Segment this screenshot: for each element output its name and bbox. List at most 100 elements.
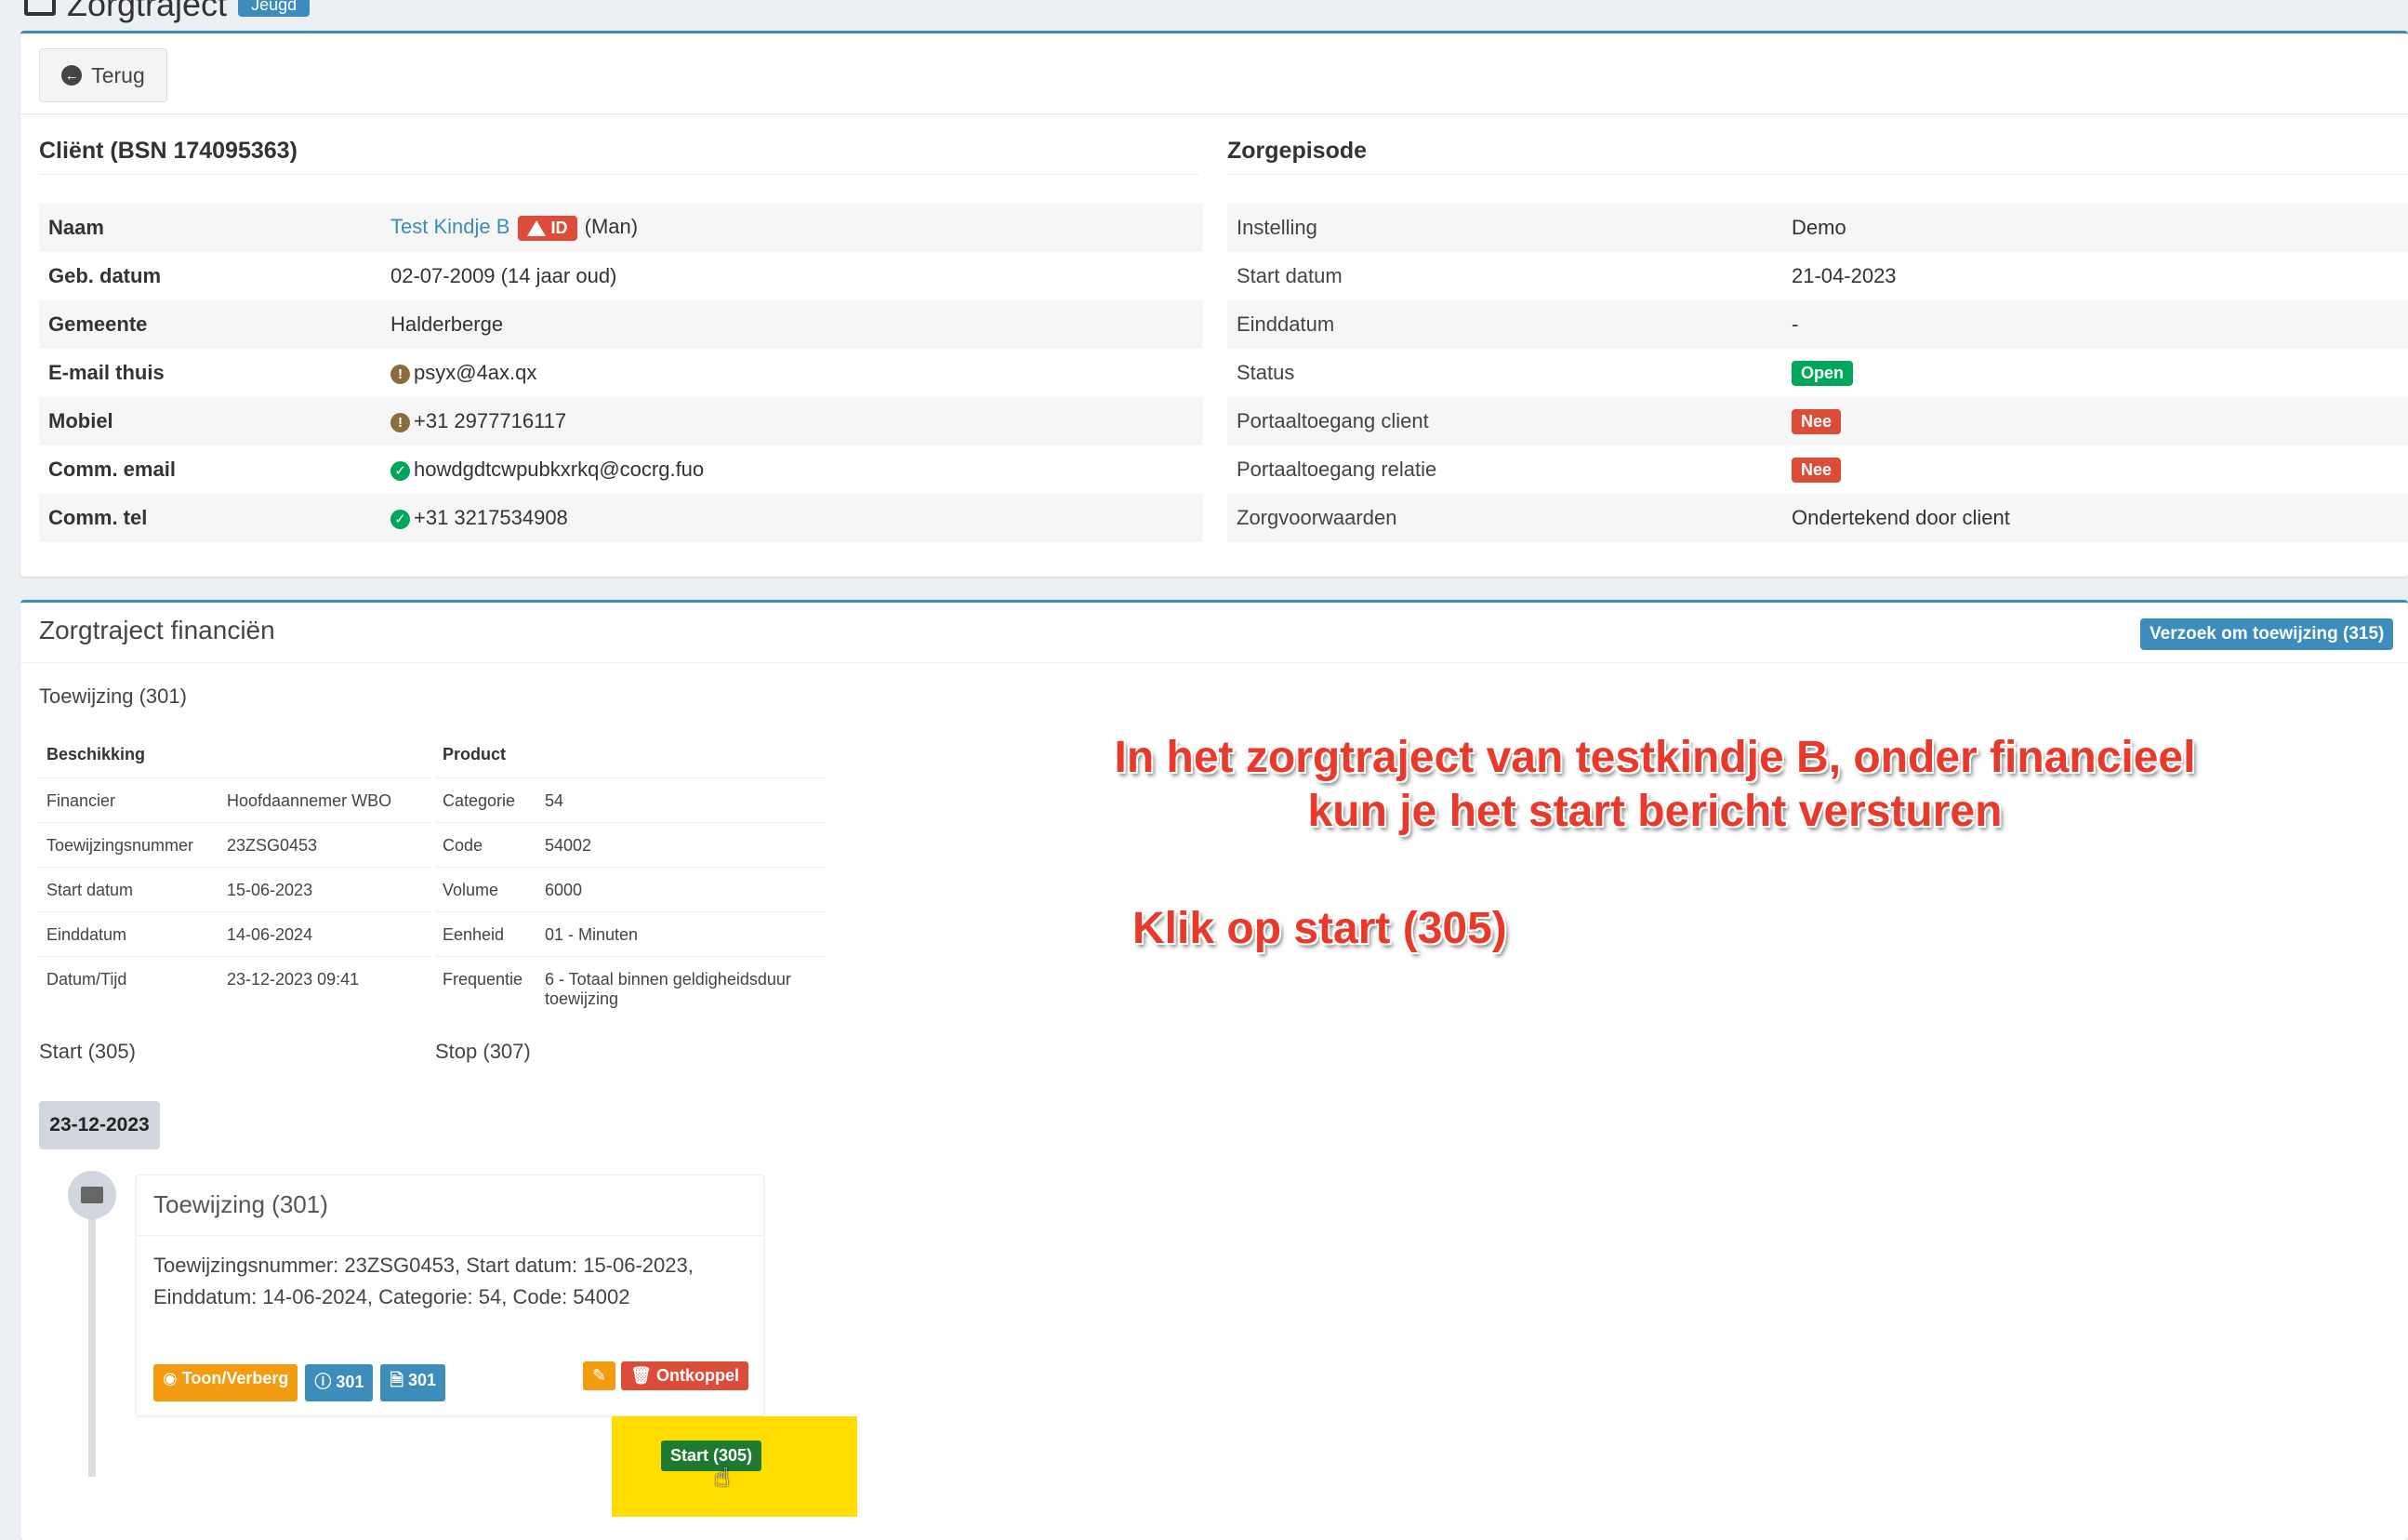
- table-row: Instelling Demo: [1227, 204, 2408, 252]
- id-warning-badge[interactable]: ID: [517, 215, 577, 241]
- timeline-item-title: Toewijzing (301): [153, 1190, 328, 1218]
- row-label: Portaaltoegang relatie: [1237, 458, 1437, 481]
- hand-cursor-icon: ☝: [714, 1463, 731, 1492]
- row-label: Start datum: [1237, 264, 1343, 287]
- table-row: Comm. email ✓ howdgdtcwpubkxrkq@cocrg.fuo: [39, 445, 1203, 494]
- zorgepisode-section-title: Zorgepisode: [1227, 138, 2408, 175]
- table-row: Zorgvoorwaarden Ondertekend door client: [1227, 494, 2408, 542]
- pdf-button[interactable]: 🗎 301: [380, 1364, 445, 1401]
- title-badge: Jeugd: [238, 0, 311, 17]
- page-title: Zorgtraject Jeugd: [24, 0, 311, 24]
- back-button[interactable]: ← Terug: [39, 48, 167, 102]
- divider: [20, 662, 2408, 663]
- table-row: Financier Hoofdaannemer WBO: [39, 777, 430, 822]
- row-label: E-mail thuis: [48, 361, 165, 384]
- portal-client-badge: Nee: [1792, 409, 1842, 434]
- divider: [20, 113, 2408, 114]
- table-row: Code 54002: [435, 821, 826, 867]
- row-label: Portaaltoegang client: [1227, 397, 1782, 445]
- request-allocation-button[interactable]: Verzoek om toewijzing (315): [2140, 618, 2394, 650]
- warning-icon: [526, 219, 546, 236]
- info-button[interactable]: ⓘ 301: [305, 1364, 374, 1401]
- table-row: Comm. tel ✓ +31 3217534908: [39, 494, 1203, 542]
- row-value: Open: [1782, 349, 2408, 397]
- table-row: E-mail thuis ! psyx@4ax.qx: [39, 349, 1203, 397]
- gender-text: (Man): [584, 215, 639, 239]
- check-circle-icon: ✓: [390, 460, 410, 481]
- table-row: Status Open: [1227, 349, 2408, 397]
- product-table: Product Categorie 54 Code 54002 Volume 6000…: [435, 733, 826, 1009]
- timeline-date-badge: 23-12-2023: [39, 1101, 160, 1149]
- table-row: Mobiel ! +31 2977716117: [39, 397, 1203, 445]
- arrow-circle-left-icon: ←: [61, 65, 83, 86]
- check-circle-icon: ✓: [390, 509, 410, 529]
- row-value: -: [1782, 300, 2408, 349]
- beschikking-table: Beschikking Financier Hoofdaannemer WBO T…: [39, 733, 430, 1001]
- table-row: Einddatum 14-06-2024: [39, 910, 430, 956]
- divider: [137, 1235, 763, 1236]
- zorgepisode-table: Instelling Demo Start datum 21-04-2023 E…: [1227, 204, 2408, 542]
- row-value: ✓ howdgdtcwpubkxrkq@cocrg.fuo: [381, 445, 1203, 494]
- table-row: Eenheid 01 - Minuten: [435, 910, 826, 956]
- financien-title: Zorgtraject financiën: [39, 616, 275, 644]
- table-row: Einddatum -: [1227, 300, 2408, 349]
- row-value: Nee: [1782, 397, 2408, 445]
- timeline-item-actions-right: ✎ 🗑 Ontkoppel: [583, 1361, 748, 1390]
- table-row: Toewijzingsnummer 23ZSG0453: [39, 821, 430, 867]
- table-row: Naam Test Kindje B ID (Man): [39, 204, 1203, 252]
- row-label: Geb. datum: [48, 264, 162, 287]
- envelope-icon: [68, 1171, 116, 1219]
- client-table: Naam Test Kindje B ID (Man) Geb. datum 0…: [39, 204, 1203, 542]
- table-row: Start datum 21-04-2023: [1227, 252, 2408, 300]
- table-row: Frequentie 6 - Totaal binnen geldigheidsd…: [435, 955, 826, 1009]
- row-value: Nee: [1782, 445, 2408, 494]
- clipboard-icon: [24, 0, 56, 16]
- row-label: Comm. tel: [39, 494, 381, 542]
- row-label: Naam: [39, 204, 381, 252]
- annotation-click-hint: Klik op start (305): [1132, 904, 1507, 953]
- row-value: Ondertekend door client: [1782, 494, 2408, 542]
- row-label: Status: [1237, 361, 1295, 384]
- table-row: Gemeente Halderberge: [39, 300, 1203, 349]
- row-value: Halderberge: [381, 300, 1203, 349]
- unlink-button[interactable]: 🗑 Ontkoppel: [621, 1361, 748, 1390]
- row-value: ! psyx@4ax.qx: [381, 349, 1203, 397]
- toewijzing-label: Toewijzing (301): [39, 684, 187, 708]
- back-button-label: Terug: [91, 62, 145, 87]
- annotation-text: In het zorgtraject van testkindje B, ond…: [1114, 733, 2196, 836]
- timeline-line: [88, 1179, 96, 1477]
- table-row: Start datum 15-06-2023: [39, 866, 430, 911]
- row-value: ! +31 2977716117: [381, 397, 1203, 445]
- row-label: Gemeente: [39, 300, 381, 349]
- stop-label: Stop (307): [435, 1040, 531, 1063]
- table-row: Volume 6000: [435, 866, 826, 911]
- table-row: Geb. datum 02-07-2009 (14 jaar oud): [39, 252, 1203, 300]
- timeline-item-body: Toewijzingsnummer: 23ZSG0453, Start datu…: [153, 1254, 694, 1308]
- timeline-item: Toewijzing (301) Toewijzingsnummer: 23ZS…: [136, 1175, 764, 1416]
- start-label: Start (305): [39, 1040, 136, 1063]
- table-row: Datum/Tijd 23-12-2023 09:41: [39, 955, 430, 1001]
- row-value: ✓ +31 3217534908: [381, 494, 1203, 542]
- toggle-button[interactable]: ◉ Toon/Verberg: [153, 1364, 298, 1401]
- beschikking-header: Beschikking: [46, 745, 146, 764]
- row-value: Demo: [1782, 204, 2408, 252]
- edit-button[interactable]: ✎: [583, 1361, 616, 1390]
- status-badge: Open: [1792, 361, 1854, 386]
- product-header: Product: [443, 745, 507, 764]
- row-value: 02-07-2009 (14 jaar oud): [390, 264, 617, 287]
- row-value: Test Kindje B ID (Man): [381, 204, 1203, 252]
- row-label: Einddatum: [1227, 300, 1782, 349]
- table-row: Categorie 54: [435, 777, 826, 822]
- portal-relatie-badge: Nee: [1792, 458, 1842, 483]
- row-label: Comm. email: [48, 458, 176, 481]
- start-305-button[interactable]: Start (305): [661, 1440, 762, 1471]
- row-value: 21-04-2023: [1792, 264, 1897, 287]
- client-box: ← Terug Cliënt (BSN 174095363) Zorgepiso…: [20, 31, 2408, 577]
- row-label: Zorgvoorwaarden: [1227, 494, 1782, 542]
- client-name-link[interactable]: Test Kindje B: [390, 215, 509, 238]
- timeline-item-actions: ◉ Toon/Verberg ⓘ 301 🗎 301: [153, 1364, 445, 1401]
- page-title-text: Zorgtraject: [67, 0, 228, 23]
- row-label: Mobiel: [39, 397, 381, 445]
- table-row: Portaaltoegang client Nee: [1227, 397, 2408, 445]
- table-row: Portaaltoegang relatie Nee: [1227, 445, 2408, 494]
